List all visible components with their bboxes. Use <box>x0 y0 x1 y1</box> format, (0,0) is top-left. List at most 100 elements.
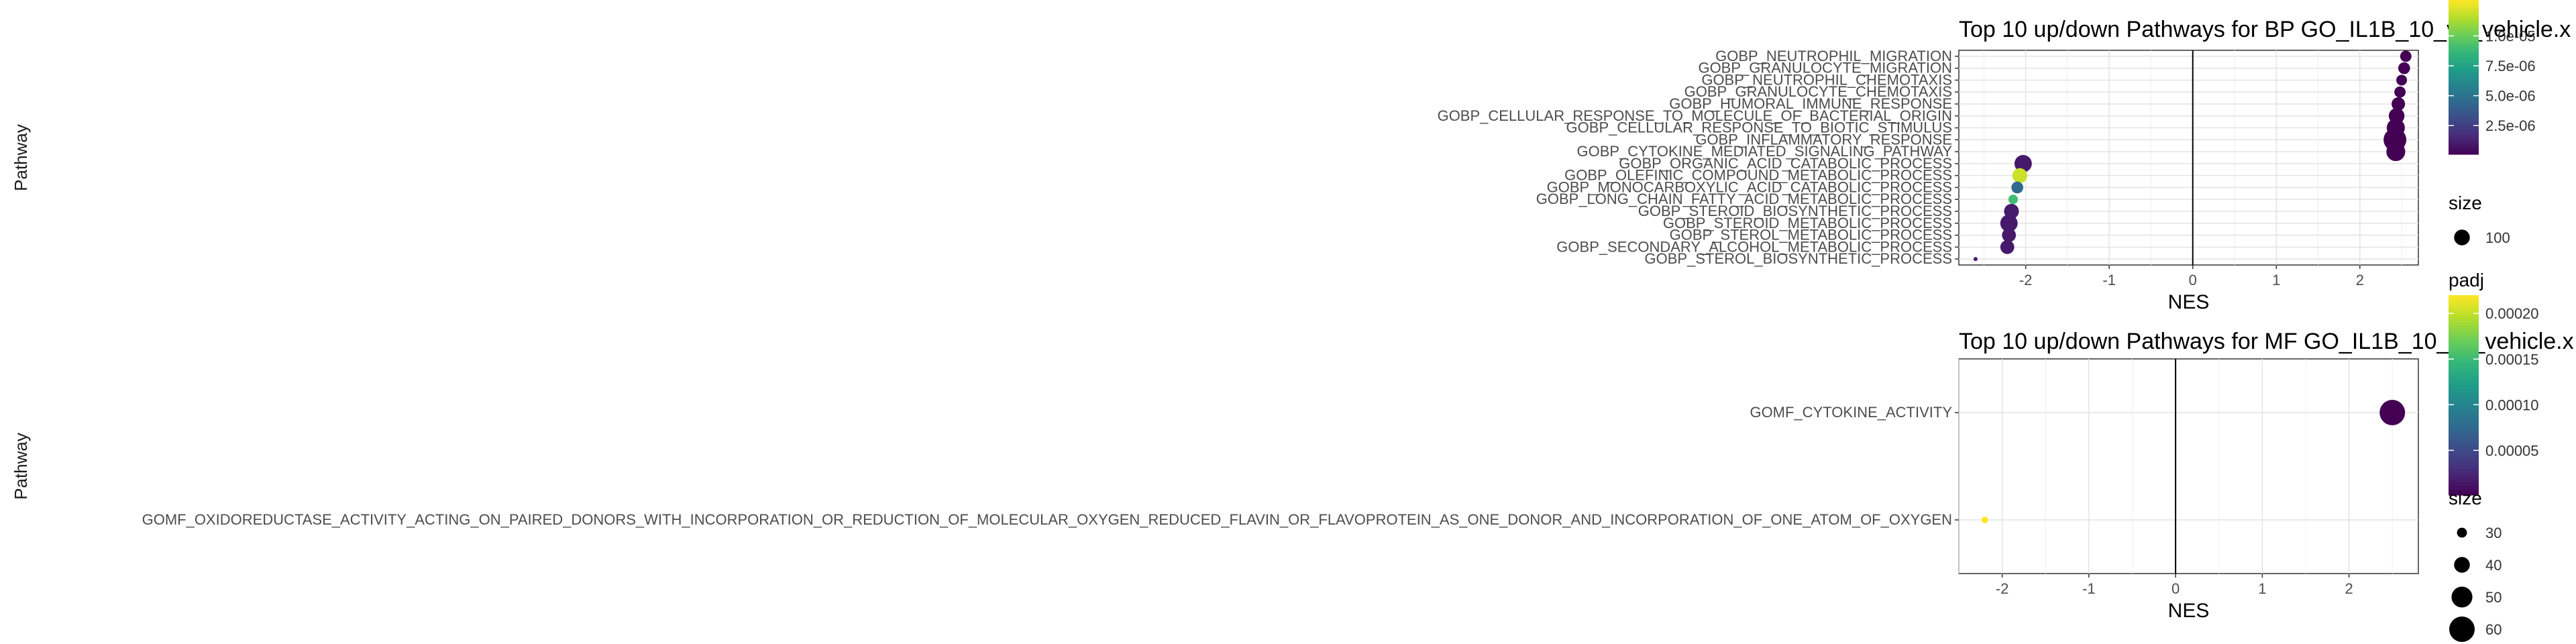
y-tick-label: GOMF_OXIDOREDUCTASE_ACTIVITY_ACTING_ON_P… <box>142 511 1952 528</box>
y-axis-title: Pathway <box>11 433 31 500</box>
size-legend-key <box>2451 586 2473 608</box>
colorbar-segment <box>2449 141 2479 145</box>
plot-title: Top 10 up/down Pathways for BP GO_IL1B_1… <box>1959 17 2571 42</box>
colorbar-segment <box>2449 85 2479 88</box>
colorbar-segment <box>2449 472 2479 476</box>
colorbar-segment <box>2449 77 2479 80</box>
x-tick-label: -1 <box>2102 272 2116 288</box>
colorbar-segment <box>2449 0 2479 3</box>
x-tick-label: 1 <box>2272 272 2280 288</box>
colorbar-tick-label: 0.00020 <box>2485 305 2539 322</box>
colorbar-segment <box>2449 308 2479 313</box>
colorbar-segment <box>2449 23 2479 26</box>
colorbar-segment <box>2449 46 2479 50</box>
colorbar-segment <box>2449 146 2479 150</box>
colorbar-segment <box>2449 295 2479 299</box>
colorbar-segment <box>2449 462 2479 466</box>
colorbar-segment <box>2449 365 2479 369</box>
colorbar-segment <box>2449 15 2479 19</box>
colorbar-segment <box>2449 136 2479 140</box>
data-point <box>2396 74 2408 86</box>
colorbar-segment <box>2449 475 2479 479</box>
colorbar-segment <box>2449 352 2479 356</box>
colorbar-segment <box>2449 31 2479 34</box>
colorbar-segment <box>2449 110 2479 114</box>
colorbar-segment <box>2449 131 2479 134</box>
size-legend-key <box>2454 557 2470 573</box>
colorbar-segment <box>2449 74 2479 78</box>
data-point <box>2394 86 2406 98</box>
colorbar-segment <box>2449 415 2479 419</box>
x-tick-label: -2 <box>2019 272 2033 288</box>
colorbar-segment <box>2449 51 2479 55</box>
colorbar-segment <box>2449 325 2479 329</box>
size-legend-2: size 30 40 50 60 <box>2449 488 2502 642</box>
colorbar-segment <box>2449 113 2479 117</box>
colorbar-segment <box>2449 90 2479 93</box>
data-point <box>2386 142 2406 162</box>
colorbar-segment <box>2449 318 2479 323</box>
data-point <box>2379 400 2406 425</box>
x-tick-label: 2 <box>2345 580 2353 597</box>
size-legend-key <box>2449 616 2475 642</box>
colorbar-segment <box>2449 72 2479 75</box>
colorbar-segment <box>2449 328 2479 333</box>
colorbar-segment <box>2449 121 2479 124</box>
data-point <box>1981 517 1988 523</box>
size-legend-label: 50 <box>2485 589 2502 606</box>
colorbar-tick-label: 5.0e-06 <box>2485 88 2536 105</box>
colorbar-segment <box>2449 59 2479 62</box>
y-axis-title: Pathway <box>11 124 31 191</box>
size-legend-label: 100 <box>2485 229 2510 246</box>
colorbar-segment <box>2449 421 2479 426</box>
colorbar-segment <box>2449 408 2479 413</box>
colorbar-segment <box>2449 56 2479 60</box>
size-legend-label: 40 <box>2485 557 2502 574</box>
colorbar-segment <box>2449 17 2479 21</box>
x-tick-label: -1 <box>2082 580 2096 597</box>
colorbar-segment <box>2449 431 2479 436</box>
colorbar-segment <box>2449 125 2479 129</box>
colorbar-segment <box>2449 36 2479 40</box>
x-tick-label: 1 <box>2258 580 2266 597</box>
colorbar-segment <box>2449 428 2479 433</box>
panel-2: GOMF_CYTOKINE_ACTIVITY GOMF_OXIDOREDUCTAS… <box>11 329 2574 622</box>
colorbar-segment <box>2449 2 2479 6</box>
colorbar-tick-label: 1.0e-05 <box>2485 28 2536 44</box>
data-point <box>1973 257 1978 262</box>
colorbar-segment <box>2449 425 2479 429</box>
x-tick-label: 2 <box>2356 272 2364 288</box>
colorbar-segment <box>2449 301 2479 306</box>
colorbar-segment <box>2449 82 2479 86</box>
colorbar-segment <box>2449 348 2479 353</box>
colorbar-segment <box>2449 465 2479 469</box>
x-tick-label: -2 <box>1996 580 2009 597</box>
colorbar-segment <box>2449 445 2479 449</box>
y-tick-label: GOBP_STEROL_BIOSYNTHETIC_PROCESS <box>1645 250 1952 267</box>
size-legend-label: 60 <box>2485 621 2502 638</box>
colorbar-segment <box>2449 375 2479 379</box>
colorbar-segment <box>2449 451 2479 455</box>
colorbar-segment <box>2449 28 2479 32</box>
colorbar-segment <box>2449 395 2479 399</box>
colorbar-segment <box>2449 103 2479 106</box>
colorbar-segment <box>2449 97 2479 101</box>
colorbar-tick-label: 2.5e-06 <box>2485 117 2536 134</box>
data-point <box>2011 181 2024 194</box>
data-point <box>2008 195 2018 205</box>
colorbar-segment <box>2449 41 2479 44</box>
colorbar-segment <box>2449 48 2479 52</box>
colorbar-segment <box>2449 69 2479 72</box>
colorbar-segment <box>2449 468 2479 472</box>
colorbar-segment <box>2449 478 2479 482</box>
y-tick-label: GOMF_CYTOKINE_ACTIVITY <box>1750 404 1952 421</box>
color-legend-title: padj <box>2449 270 2484 290</box>
colorbar-segment <box>2449 118 2479 121</box>
colorbar-segment <box>2449 441 2479 446</box>
colorbar-segment <box>2449 25 2479 29</box>
colorbar-segment <box>2449 305 2479 309</box>
colorbar-segment <box>2449 355 2479 359</box>
colorbar-segment <box>2449 385 2479 389</box>
colorbar-segment <box>2449 128 2479 132</box>
colorbar-segment <box>2449 105 2479 109</box>
